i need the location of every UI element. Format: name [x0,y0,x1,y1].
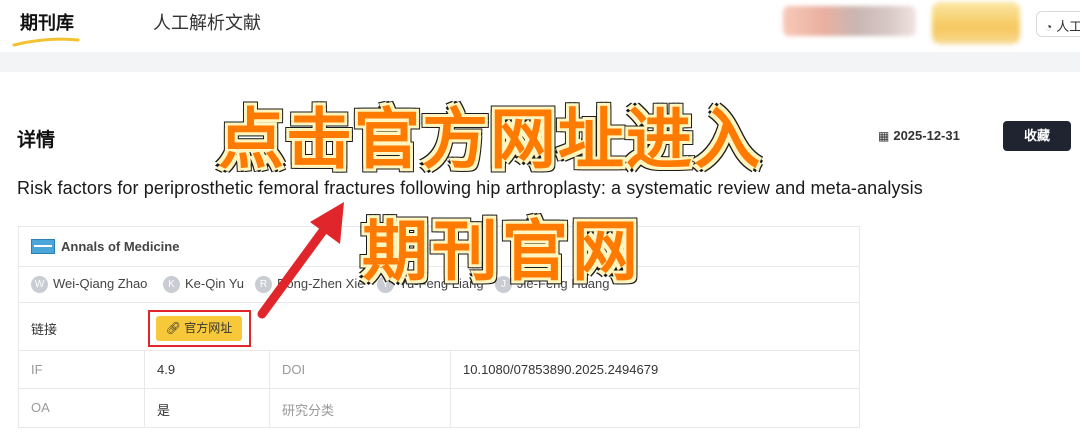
oa-value: 是 [145,389,270,427]
author-item[interactable]: K Ke-Qin Yu [163,276,245,294]
publish-date: ▦ 2025-12-31 [878,128,960,143]
author-avatar: K [163,276,180,294]
blurred-badge [932,2,1020,44]
header-divider-band [0,52,1080,72]
author-item[interactable]: W Wei-Qiang Zhao [31,276,148,294]
link-label: 链接 [31,322,58,337]
annotation-arrow [257,202,344,319]
author-avatar: W [31,276,48,294]
tab-manual-analysis[interactable]: 人工解析文献 [153,9,261,35]
category-label: 研究分类 [270,389,451,427]
top-nav: 期刊库 人工解析文献 ◔ 人工 [0,0,1080,52]
blurred-banner [783,6,916,36]
if-label: IF [19,351,145,388]
calendar-icon: ▦ [878,129,890,143]
active-tab-underline [12,37,80,47]
oa-label: OA [19,389,145,427]
table-row: IF 4.9 DOI 10.1080/07853890.2025.2494679 [19,351,859,389]
doi-label: DOI [270,351,451,388]
annotation-line-2: 期刊官网 [362,213,642,290]
author-name: Ke-Qin Yu [185,276,245,291]
headset-icon: ◔ [1045,20,1053,34]
journal-logo-icon [31,239,55,254]
annotation-line-1: 点击官方网址进入 [218,101,762,178]
section-title: 详情 [17,130,56,151]
official-site-button[interactable]: 🔗︎ 官方网址 [156,316,242,341]
link-icon: 🔗︎ [165,321,181,335]
if-value: 4.9 [145,351,270,388]
link-row: 链接 🔗︎ 官方网址 [19,303,859,351]
author-name: Wei-Qiang Zhao [53,276,148,291]
publish-date-text: 2025-12-31 [893,128,960,143]
category-value [451,389,859,427]
tab-journal-library[interactable]: 期刊库 [20,9,74,35]
manual-service-label: 人工 [1056,19,1080,34]
journal-name[interactable]: Annals of Medicine [61,239,179,254]
manual-service-button[interactable]: ◔ 人工 [1036,11,1080,37]
table-row: OA 是 研究分类 [19,389,859,427]
doi-value[interactable]: 10.1080/07853890.2025.2494679 [451,351,859,388]
official-site-label: 官方网址 [184,321,233,335]
favorite-button[interactable]: 收藏 [1003,121,1071,151]
